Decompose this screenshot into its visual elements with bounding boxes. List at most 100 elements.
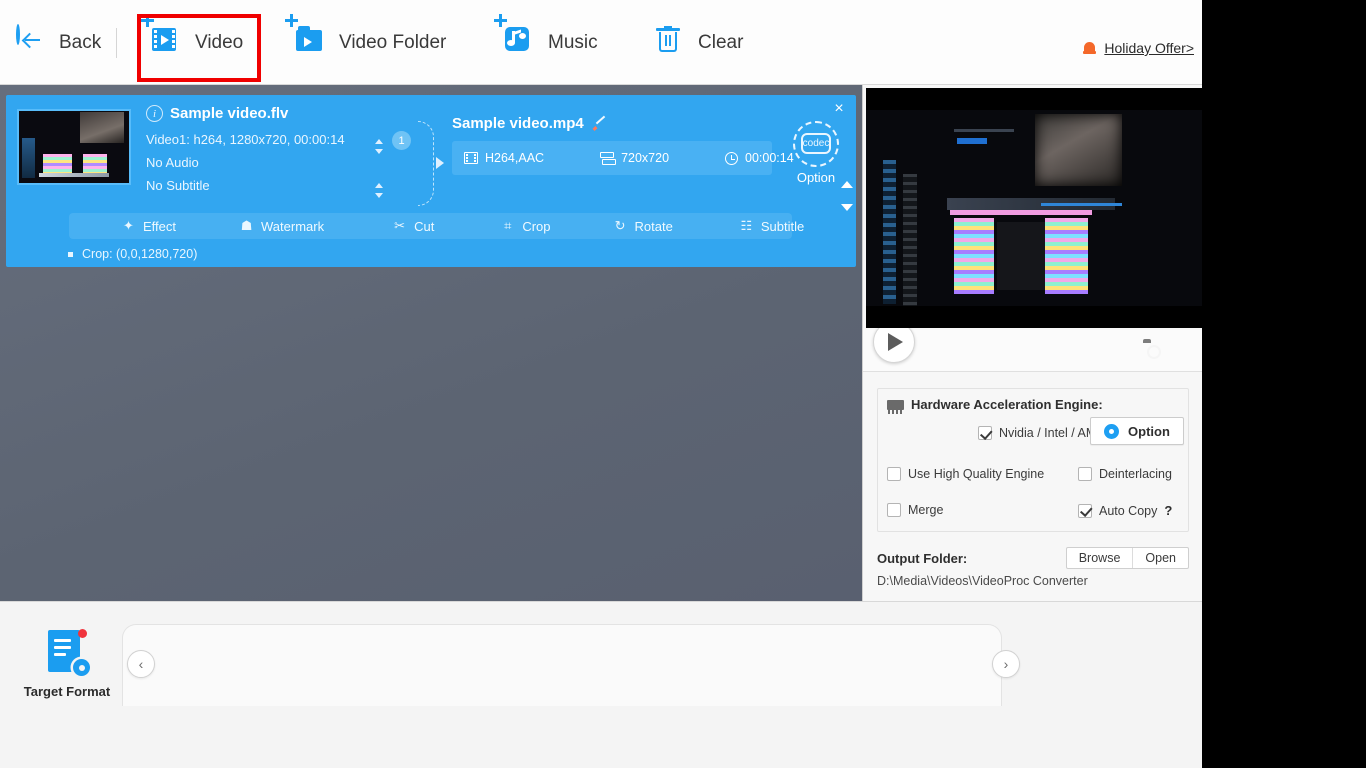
track-count-badge: 1 bbox=[392, 131, 411, 150]
output-codec-spec: H264,AAC bbox=[464, 151, 544, 165]
stream-brace-decoration bbox=[418, 121, 434, 206]
add-video-label: Video bbox=[195, 32, 244, 53]
add-video-button[interactable]: Video bbox=[141, 14, 244, 70]
crop-label: Crop bbox=[522, 218, 551, 234]
output-spec-bar: H264,AAC 720x720 00:00:14 bbox=[452, 141, 794, 175]
codec-gear-icon: codec bbox=[793, 121, 839, 167]
top-toolbar: Back Video Video Folder Music Clear Holi… bbox=[0, 0, 1202, 85]
codec-option-button[interactable]: codec Option bbox=[790, 121, 842, 185]
music-note-icon bbox=[494, 14, 539, 60]
output-folder-path[interactable]: D:\Media\Videos\VideoProc Converter bbox=[877, 574, 1088, 588]
holiday-offer-label: Holiday Offer> bbox=[1104, 40, 1194, 56]
video-stream-info: Video1: h264, 1280x720, 00:00:14 bbox=[146, 132, 345, 147]
output-resolution-value: 720x720 bbox=[621, 151, 670, 165]
output-codec-value: H264,AAC bbox=[485, 151, 545, 165]
crop-status-text: Crop: (0,0,1280,720) bbox=[82, 247, 198, 261]
source-thumbnail bbox=[17, 109, 131, 185]
help-icon[interactable]: ? bbox=[1164, 503, 1172, 518]
checkbox-icon bbox=[887, 503, 901, 517]
checkbox-icon bbox=[887, 467, 901, 481]
subtitle-label: Subtitle bbox=[760, 218, 805, 234]
checkbox-icon bbox=[978, 426, 992, 440]
rotate-icon: ↻ bbox=[614, 218, 626, 233]
gear-icon bbox=[1101, 421, 1122, 441]
carousel-prev-icon[interactable]: ‹ bbox=[127, 650, 155, 678]
watermark-label: Watermark bbox=[261, 218, 325, 234]
clear-button[interactable]: Clear bbox=[655, 16, 743, 70]
add-video-folder-button[interactable]: Video Folder bbox=[285, 14, 446, 70]
video-file-icon bbox=[141, 14, 186, 60]
target-format-icon bbox=[44, 629, 90, 678]
output-duration-value: 00:00:14 bbox=[745, 151, 794, 165]
checkbox-nvidia-intel-amd[interactable]: Nvidia / Intel / AMD bbox=[978, 426, 1105, 440]
edit-pencil-icon[interactable] bbox=[593, 117, 606, 130]
browse-button[interactable]: Browse bbox=[1067, 548, 1133, 568]
back-button[interactable]: Back bbox=[16, 16, 101, 70]
card-scroll-stepper[interactable] bbox=[841, 181, 854, 211]
codec-gear-label: codec bbox=[801, 133, 831, 154]
target-format-label: Target Format bbox=[23, 684, 111, 699]
effect-label: Effect bbox=[143, 218, 177, 234]
rotate-tool-button[interactable]: ↻ Rotate bbox=[613, 218, 673, 234]
checkbox-auto-copy-label: Auto Copy bbox=[1099, 503, 1158, 518]
output-folder-label: Output Folder: bbox=[877, 550, 968, 566]
resolution-icon bbox=[600, 152, 617, 165]
hardware-option-button[interactable]: Option bbox=[1090, 417, 1184, 445]
back-arrow-icon bbox=[16, 24, 50, 60]
toolbar-divider bbox=[116, 28, 117, 58]
rotate-label: Rotate bbox=[634, 218, 673, 234]
output-title-row: Sample video.mp4 bbox=[452, 115, 606, 132]
hardware-acceleration-title: Hardware Acceleration Engine: bbox=[887, 397, 1103, 414]
effect-tool-button[interactable]: ✦ Effect bbox=[121, 218, 177, 234]
source-file-name: Sample video.flv bbox=[170, 105, 289, 122]
checkbox-merge-label: Merge bbox=[908, 503, 944, 517]
crop-tool-button[interactable]: ⌗ Crop bbox=[500, 218, 551, 234]
bell-icon bbox=[1083, 40, 1097, 56]
checkbox-auto-copy[interactable]: Auto Copy ? bbox=[1078, 503, 1172, 518]
checkbox-merge[interactable]: Merge bbox=[887, 503, 943, 517]
add-music-button[interactable]: Music bbox=[494, 14, 598, 70]
back-label: Back bbox=[59, 32, 102, 53]
audio-stream-info: No Audio bbox=[146, 155, 199, 170]
subtitle-track-selector[interactable] bbox=[375, 183, 384, 198]
video-preview[interactable] bbox=[866, 88, 1202, 328]
codec-option-label: Option bbox=[796, 170, 836, 185]
add-music-label: Music bbox=[548, 32, 598, 53]
scissors-icon: ✂ bbox=[394, 218, 406, 233]
checkbox-high-quality-engine[interactable]: Use High Quality Engine bbox=[887, 467, 1044, 481]
info-icon[interactable]: i bbox=[146, 105, 163, 122]
target-format-block[interactable]: Target Format bbox=[22, 629, 112, 699]
crop-status-note: Crop: (0,0,1280,720) bbox=[68, 247, 197, 261]
checkbox-icon bbox=[1078, 503, 1092, 518]
checkbox-icon bbox=[1078, 467, 1092, 481]
output-resolution-spec: 720x720 bbox=[600, 151, 669, 165]
bullet-icon bbox=[68, 251, 73, 257]
film-icon bbox=[464, 152, 478, 164]
hardware-option-label: Option bbox=[1128, 423, 1170, 439]
hardware-acceleration-box: Hardware Acceleration Engine: Nvidia / I… bbox=[877, 388, 1189, 532]
video-track-selector[interactable] bbox=[375, 139, 384, 154]
hardware-acceleration-label: Hardware Acceleration Engine: bbox=[911, 397, 1103, 412]
checkbox-deinterlacing[interactable]: Deinterlacing bbox=[1078, 467, 1172, 481]
cut-tool-button[interactable]: ✂ Cut bbox=[392, 218, 434, 234]
player-control-bar bbox=[863, 321, 1202, 372]
watermark-tool-button[interactable]: ☗ Watermark bbox=[239, 218, 325, 234]
output-folder-row: Output Folder: Browse Open bbox=[877, 547, 1189, 569]
carousel-next-icon[interactable]: › bbox=[992, 650, 1020, 678]
crop-icon: ⌗ bbox=[504, 218, 512, 233]
checkbox-high-quality-label: Use High Quality Engine bbox=[908, 467, 1045, 481]
subtitle-icon: ☷ bbox=[740, 218, 753, 233]
output-folder-buttons: Browse Open bbox=[1065, 547, 1189, 569]
media-file-card[interactable]: i Sample video.flv Video1: h264, 1280x72… bbox=[6, 95, 856, 267]
edit-tool-strip: ✦ Effect ☗ Watermark ✂ Cut ⌗ Crop ↻ Rota… bbox=[69, 213, 804, 239]
output-duration-spec: 00:00:14 bbox=[725, 151, 794, 165]
clock-icon bbox=[725, 151, 739, 165]
holiday-offer-link[interactable]: Holiday Offer> bbox=[1083, 40, 1194, 56]
video-folder-icon bbox=[285, 14, 330, 60]
close-icon[interactable]: × bbox=[830, 100, 848, 118]
chip-icon bbox=[887, 399, 904, 414]
output-file-name: Sample video.mp4 bbox=[452, 115, 584, 132]
open-button[interactable]: Open bbox=[1132, 548, 1188, 568]
subtitle-stream-info: No Subtitle bbox=[146, 178, 210, 193]
subtitle-tool-button[interactable]: ☷ Subtitle bbox=[739, 218, 805, 234]
